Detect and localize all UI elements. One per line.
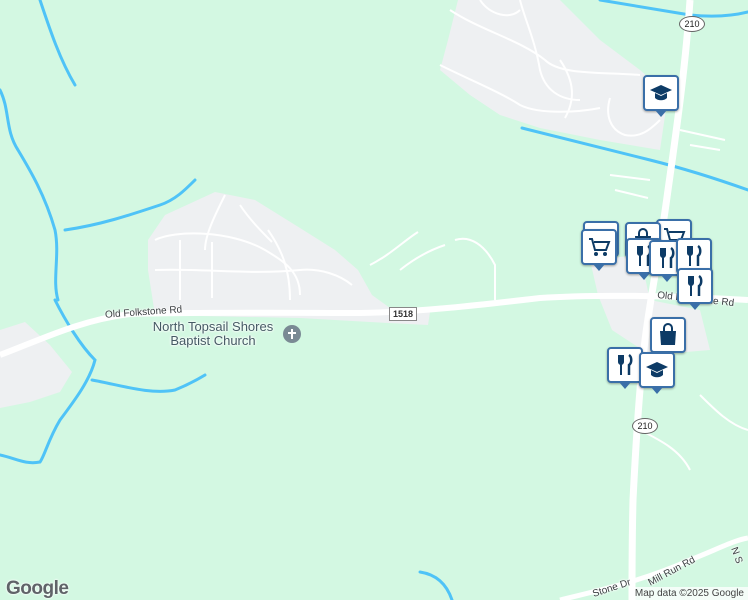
google-logo[interactable]: Google [6, 578, 69, 600]
graduation-cap-icon [650, 85, 672, 101]
grocery-marker-c[interactable] [581, 229, 617, 271]
restaurant-marker-d[interactable] [677, 268, 713, 310]
developed-area-west [0, 322, 72, 408]
graduation-cap-icon [646, 362, 668, 378]
map-canvas[interactable] [0, 0, 748, 600]
route-210-shield-north: 210 [679, 16, 705, 32]
shopping-marker-b[interactable] [650, 317, 686, 359]
shopping-cart-icon [589, 238, 611, 256]
fork-knife-icon [687, 244, 702, 266]
map-attribution[interactable]: Map data ©2025 Google [630, 587, 748, 600]
fork-knife-icon [688, 274, 703, 296]
route-210-shield-south: 210 [632, 418, 658, 434]
church-label[interactable]: North Topsail Shores Baptist Church [143, 320, 283, 348]
school-marker-south[interactable] [639, 352, 675, 394]
fork-knife-icon [618, 353, 633, 375]
restaurant-marker-e[interactable] [607, 347, 643, 389]
school-marker-north[interactable] [643, 75, 679, 117]
shopping-bag-icon [660, 323, 676, 345]
church-cross-icon[interactable] [283, 325, 301, 343]
route-1518-shield: 1518 [389, 307, 418, 321]
developed-area-subdivision [148, 192, 430, 325]
